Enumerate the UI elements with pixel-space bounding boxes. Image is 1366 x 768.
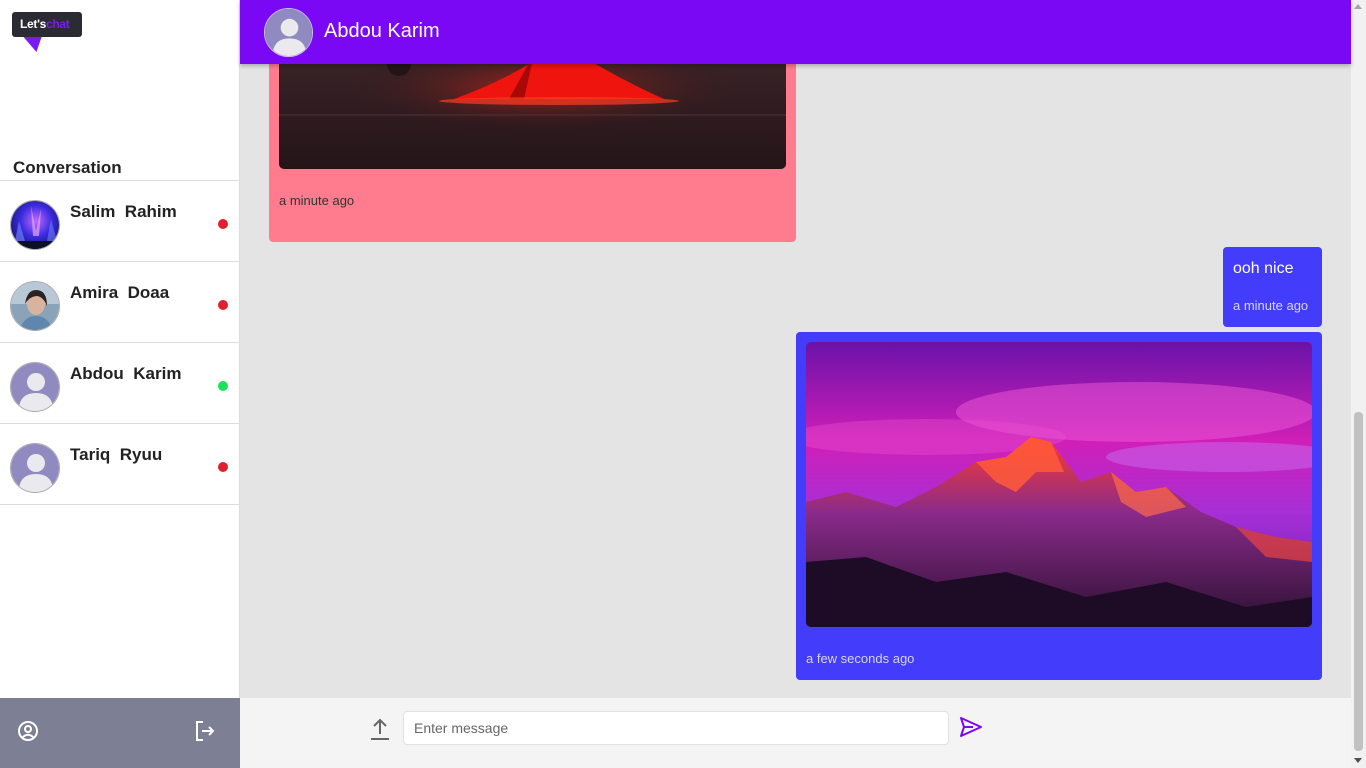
header-contact-name: Abdou Karim [324,20,440,42]
message-sent-image: a few seconds ago [796,332,1322,680]
conversation-item-salim-rahim[interactable]: Salim Rahim [0,181,239,262]
scroll-up-arrow-icon[interactable] [1354,4,1362,9]
message-composer [240,698,1351,768]
red-tent-night-image [279,64,786,169]
conversation-item-abdou-karim[interactable]: Abdou Karim [0,343,239,424]
avatar [10,281,60,331]
logo-tail [23,37,47,52]
default-user-avatar-icon [11,444,59,492]
scroll-thumb[interactable] [1354,412,1363,751]
avatar [10,200,60,250]
message-text: ooh nice [1233,260,1294,277]
conversation-name: Salim Rahim [70,202,177,221]
chat-app: Let'schat Conversation Salim Rahim Amira… [0,0,1366,768]
conversation-name: Tariq Ryuu [70,445,163,464]
conversation-item-amira-doaa[interactable]: Amira Doaa [0,262,239,343]
woman-photo-avatar-icon [11,282,59,330]
avatar [10,443,60,493]
message-list[interactable]: a minute ago ooh nice a minute ago a few… [240,64,1351,698]
status-dot-offline [218,300,228,310]
message-image[interactable] [279,64,786,169]
message-timestamp: a minute ago [279,193,355,208]
send-icon[interactable] [959,715,983,739]
scrollbar[interactable] [1351,0,1366,768]
purple-mountain-sunset-image [806,342,1312,627]
default-user-avatar-icon [265,9,312,56]
conversation-list: Salim Rahim Amira Doaa Abdou Karim Tariq… [0,180,239,505]
message-input[interactable] [403,711,949,745]
user-circle-icon[interactable] [15,718,41,744]
conversation-name: Amira Doaa [70,283,170,302]
logout-icon[interactable] [192,718,218,744]
upload-icon[interactable] [368,716,392,742]
status-dot-online [218,381,228,391]
sidebar: Let'schat Conversation Salim Rahim Amira… [0,0,240,768]
message-timestamp: a few seconds ago [806,651,915,666]
avatar [10,362,60,412]
conversation-item-tariq-ryuu[interactable]: Tariq Ryuu [0,424,239,505]
message-image[interactable] [806,342,1312,627]
scroll-down-arrow-icon[interactable] [1354,758,1362,763]
chat-header: Abdou Karim [240,0,1351,64]
logo-text-chat: chat [46,17,70,31]
default-user-avatar-icon [11,363,59,411]
message-sent-text: ooh nice a minute ago [1223,247,1322,327]
header-avatar[interactable] [264,8,313,57]
sidebar-footer [0,698,240,768]
message-received-image: a minute ago [269,64,796,242]
logo-text-lets: Let's [20,17,47,31]
message-timestamp: a minute ago [1233,298,1309,313]
status-dot-offline [218,462,228,472]
conversation-section-title: Conversation [13,158,122,177]
status-dot-offline [218,219,228,229]
conversation-name: Abdou Karim [70,364,182,383]
app-logo: Let'schat [12,12,82,37]
aurora-avatar-icon [11,201,59,249]
